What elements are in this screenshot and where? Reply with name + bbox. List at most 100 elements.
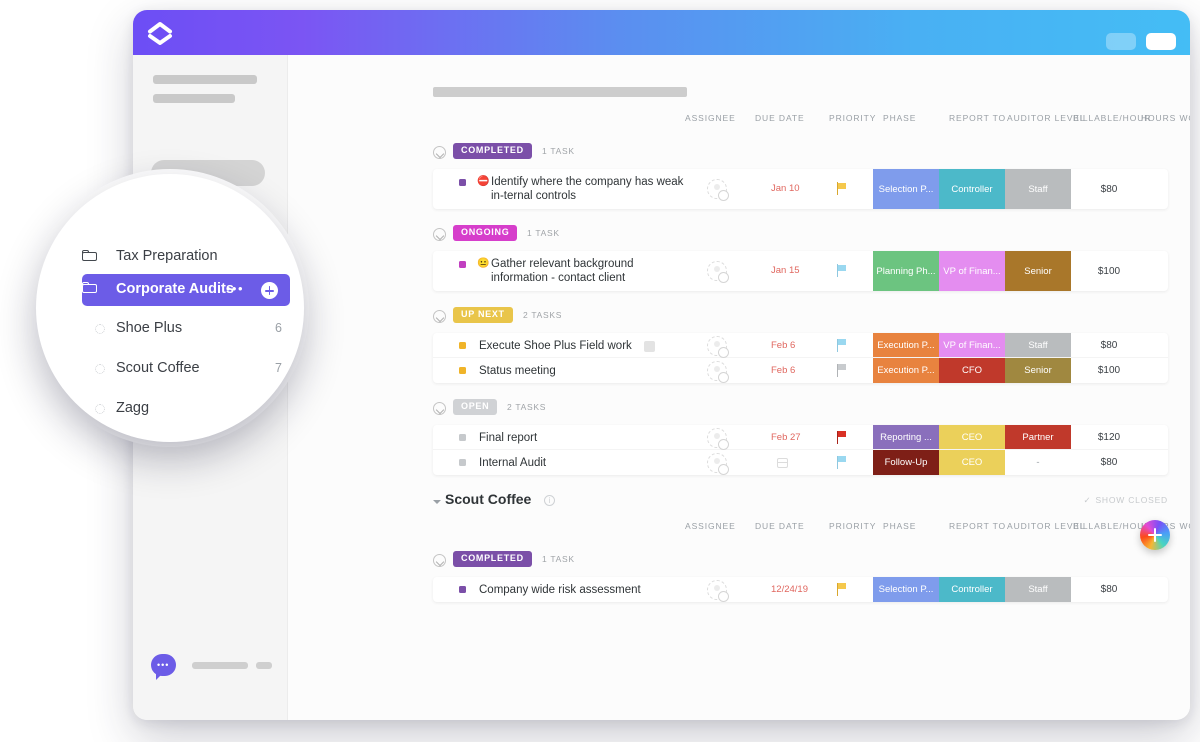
chat-bubble-icon[interactable]: ••• [151,654,176,680]
hours-worked-cell[interactable]: 2 [1145,358,1168,383]
plus-icon[interactable] [261,282,278,299]
phase-cell[interactable]: Execution P... [873,358,939,383]
avatar[interactable] [707,261,729,283]
status-badge[interactable]: COMPLETED [453,551,532,567]
task-name[interactable]: Company wide risk assessment [479,583,687,597]
ellipsis-icon[interactable]: ••• [226,282,244,295]
table-row[interactable]: ⛔ Identify where the company has weak in-… [433,169,1168,209]
auditor-level-cell[interactable]: Senior [1005,251,1071,291]
hours-worked-cell[interactable]: 5 [1145,333,1168,357]
due-date[interactable]: Feb 27 [771,432,801,443]
auditor-level-cell[interactable]: Partner [1005,425,1071,449]
add-task-fab[interactable] [1140,520,1170,550]
table-row[interactable]: Status meeting Feb 6 Execution P... CFO Seni… [433,358,1168,383]
due-date[interactable]: Feb 6 [771,340,795,351]
priority-flag-icon[interactable] [837,363,847,377]
phase-cell[interactable]: Selection P... [873,577,939,602]
info-icon[interactable]: i [544,495,556,506]
billable-hour-cell[interactable]: $100 [1071,358,1147,383]
avatar[interactable] [707,335,729,358]
report-to-cell[interactable]: CEO [939,450,1005,475]
topbar-pill-1[interactable] [1106,33,1136,50]
hours-worked-cell[interactable]: 8 [1145,425,1168,449]
task-name[interactable]: Final report [479,431,687,445]
task-status-dot[interactable] [459,261,466,268]
clickup-logo-icon[interactable] [147,21,173,45]
billable-hour-cell[interactable]: $80 [1071,450,1147,475]
calendar-icon[interactable] [777,457,788,468]
chevron-down-icon[interactable] [433,402,446,415]
show-closed-toggle[interactable]: ✓ SHOW CLOSED [1084,495,1169,506]
due-date[interactable]: Jan 10 [771,183,800,194]
section-title[interactable]: Scout Coffee [445,491,531,507]
chevron-down-icon[interactable] [433,228,446,241]
hours-worked-cell[interactable]: 3 [1145,251,1168,291]
task-group-header[interactable]: ONGOING 1 TASK [433,225,1168,251]
report-to-cell[interactable]: Controller [939,169,1005,209]
chevron-down-icon[interactable] [433,554,446,567]
table-row[interactable]: Internal AuditFollow-UpCEO-$805$400 [433,450,1168,475]
billable-hour-cell[interactable]: $80 [1071,333,1147,357]
auditor-level-cell[interactable]: Staff [1005,333,1071,357]
due-date[interactable]: Jan 15 [771,265,800,276]
topbar-pill-2[interactable] [1146,33,1176,50]
report-to-cell[interactable]: Controller [939,577,1005,602]
phase-cell[interactable]: Selection P... [873,169,939,209]
status-badge[interactable]: COMPLETED [453,143,532,159]
task-name[interactable]: Identify where the company has weak in-t… [491,175,687,203]
avatar[interactable] [707,452,729,475]
priority-flag-icon[interactable] [837,430,847,444]
task-status-dot[interactable] [459,367,466,374]
billable-hour-cell[interactable]: $100 [1071,251,1147,291]
phase-cell[interactable]: Execution P... [873,333,939,357]
avatar[interactable] [707,579,729,602]
priority-flag-icon[interactable] [837,455,847,469]
report-to-cell[interactable]: CFO [939,358,1005,383]
auditor-level-cell[interactable]: - [1005,450,1071,475]
task-name[interactable]: Gather relevant background information -… [491,257,687,285]
billable-hour-cell[interactable]: $80 [1071,577,1147,602]
phase-cell[interactable]: Reporting ... [873,425,939,449]
tag-icon[interactable] [643,340,655,352]
sidebar-item-shoe-plus[interactable]: Shoe Plus 6 [82,314,290,344]
table-row[interactable]: Final report Feb 27 Reporting ... CEO Partne… [433,425,1168,450]
status-badge[interactable]: UP NEXT [453,307,513,323]
status-badge[interactable]: ONGOING [453,225,518,241]
task-status-dot[interactable] [459,459,466,466]
task-status-dot[interactable] [459,434,466,441]
chevron-down-icon[interactable] [433,310,446,323]
avatar[interactable] [707,360,729,383]
task-name[interactable]: Internal Audit [479,456,687,470]
status-badge[interactable]: OPEN [453,399,498,415]
auditor-level-cell[interactable]: Staff [1005,577,1071,602]
due-date[interactable]: Feb 6 [771,365,795,376]
priority-flag-icon[interactable] [837,264,847,277]
task-group-header[interactable]: OPEN 2 TASKS [433,399,1168,425]
task-status-dot[interactable] [459,586,466,593]
task-status-dot[interactable] [459,179,466,186]
table-row[interactable]: Company wide risk assessment 12/24/19 Sele… [433,577,1168,602]
avatar[interactable] [707,427,729,450]
sidebar-item-zagg[interactable]: Zagg 5 [82,394,290,424]
sidebar-item-corporate-audits[interactable]: Corporate Audits ••• [82,274,290,306]
priority-flag-icon[interactable] [837,338,847,352]
report-to-cell[interactable]: VP of Finan... [939,251,1005,291]
task-name[interactable]: Status meeting [479,364,687,378]
auditor-level-cell[interactable]: Senior [1005,358,1071,383]
auditor-level-cell[interactable]: Staff [1005,169,1071,209]
sidebar-item-scout-coffee[interactable]: Scout Coffee 7 [82,354,290,384]
task-status-dot[interactable] [459,342,466,349]
hours-worked-cell[interactable]: 5 [1145,169,1168,209]
task-group-header[interactable]: COMPLETED 1 TASK [433,551,1168,577]
phase-cell[interactable]: Follow-Up [873,450,939,475]
task-group-header[interactable]: COMPLETED 1 TASK [433,143,1168,169]
phase-cell[interactable]: Planning Ph... [873,251,939,291]
task-name[interactable]: Execute Shoe Plus Field work [479,339,687,353]
priority-flag-icon[interactable] [837,582,847,596]
priority-flag-icon[interactable] [837,182,847,195]
hours-worked-cell[interactable]: 5 [1145,450,1168,475]
chevron-down-icon[interactable] [433,146,446,159]
sidebar-chat-row[interactable]: ••• [151,654,276,680]
report-to-cell[interactable]: CEO [939,425,1005,449]
table-row[interactable]: Execute Shoe Plus Field work Feb 6 Executi… [433,333,1168,358]
